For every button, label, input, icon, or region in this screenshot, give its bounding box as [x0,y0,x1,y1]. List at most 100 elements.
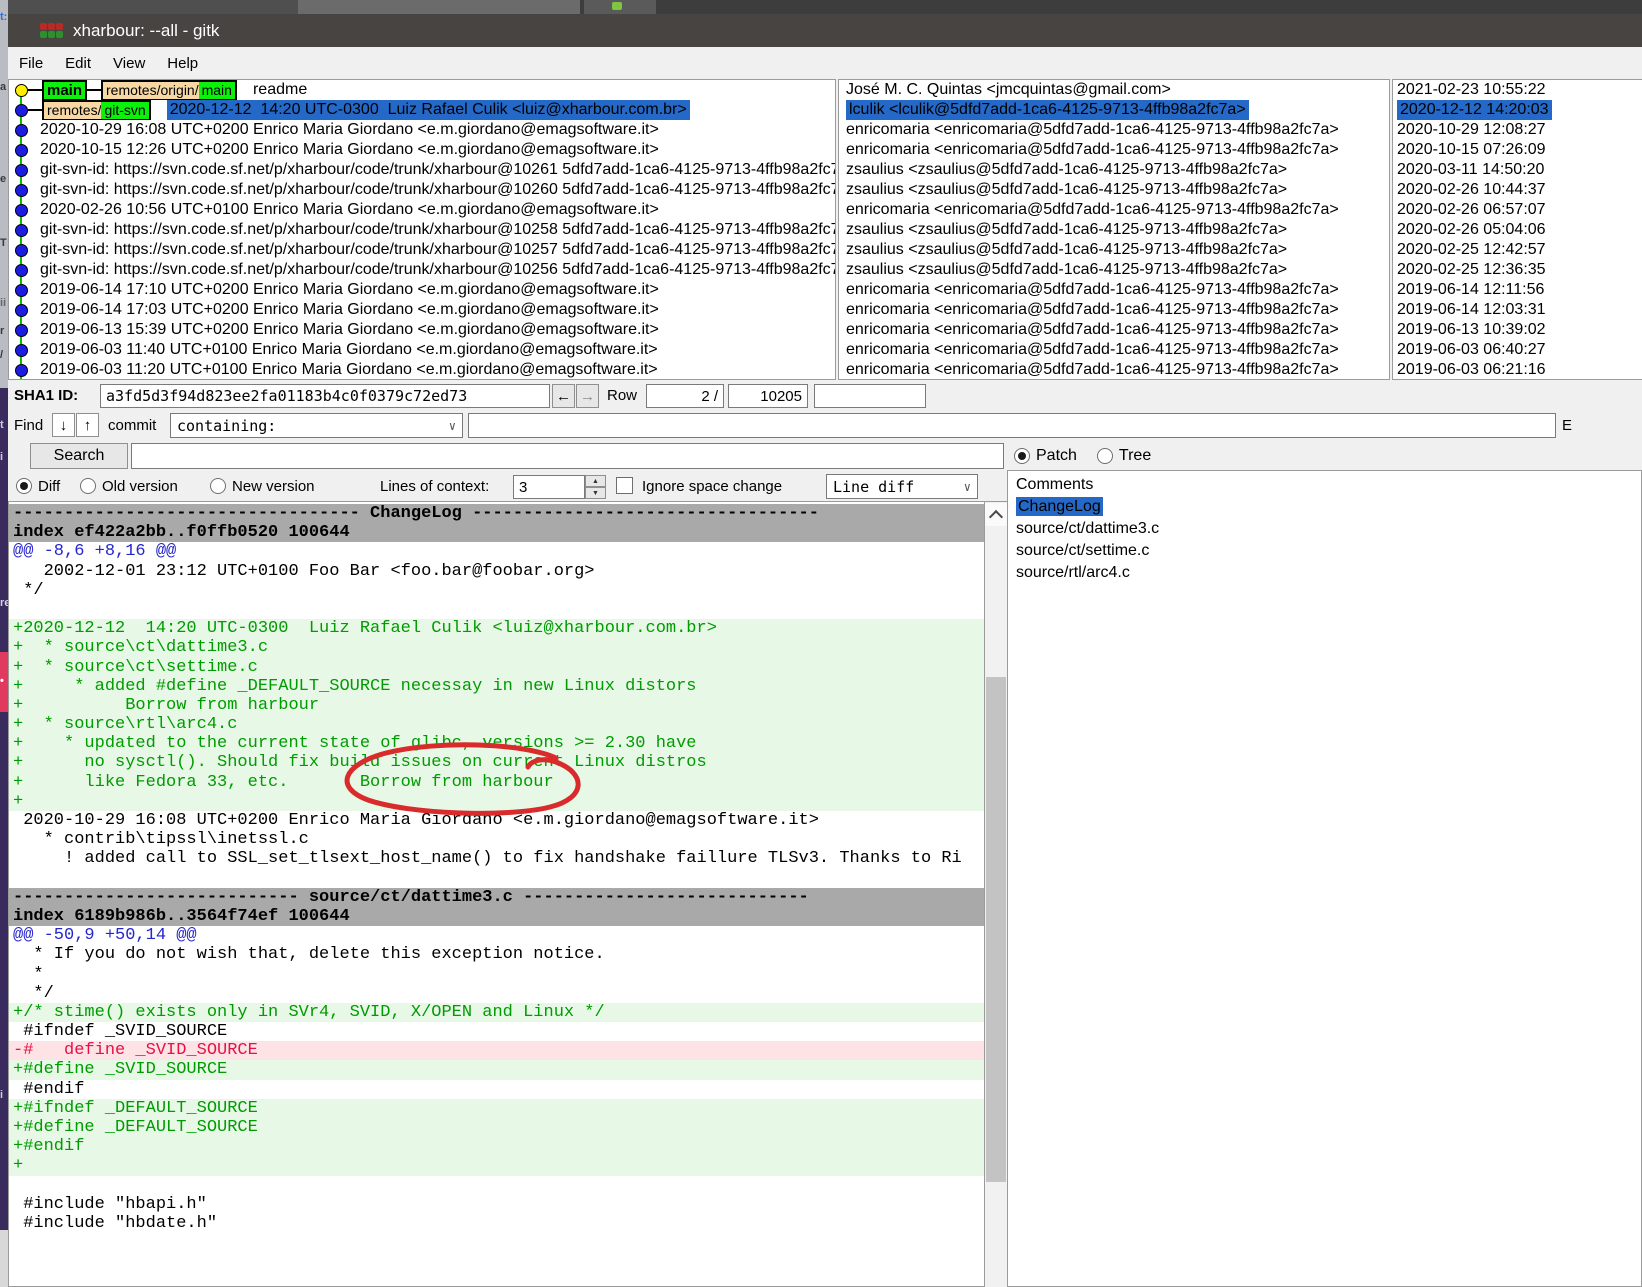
commit-row[interactable]: 2019-06-14 17:03 UTC+0200 Enrico Maria G… [9,300,835,320]
commit-row[interactable]: git-svn-id: https://svn.code.sf.net/p/xh… [9,260,835,280]
commit-author-row[interactable]: zsaulius <zsaulius@5dfd7add-1ca6-4125-97… [846,180,1389,200]
find-mode-dropdown[interactable]: containing:∨ [170,413,463,438]
commit-author-row[interactable]: enricomaria <enricomaria@5dfd7add-1ca6-4… [846,360,1389,380]
file-list-item-label: ChangeLog [1016,497,1103,516]
commit-row[interactable]: git-svn-id: https://svn.code.sf.net/p/xh… [9,180,835,200]
commit-date-row[interactable]: 2020-02-25 12:36:35 [1397,260,1642,280]
scrollbar-thumb[interactable] [986,677,1006,1182]
commit-author-row[interactable]: zsaulius <zsaulius@5dfd7add-1ca6-4125-97… [846,240,1389,260]
diff-line-add: +#define _DEFAULT_SOURCE [9,1118,984,1137]
search-button[interactable]: Search [30,443,128,469]
find-prev-button[interactable]: ↑ [76,413,99,437]
old-version-radio[interactable] [80,478,96,494]
find-input[interactable] [468,413,1556,438]
commit-author-row[interactable]: enricomaria <enricomaria@5dfd7add-1ca6-4… [846,320,1389,340]
diff-line-add: +#ifndef _DEFAULT_SOURCE [9,1099,984,1118]
commit-row[interactable]: 2019-06-03 11:40 UTC+0100 Enrico Maria G… [9,340,835,360]
commit-row[interactable]: 2020-02-26 10:56 UTC+0100 Enrico Maria G… [9,200,835,220]
commit-row[interactable]: git-svn-id: https://svn.code.sf.net/p/xh… [9,240,835,260]
commit-author-row[interactable]: enricomaria <enricomaria@5dfd7add-1ca6-4… [846,280,1389,300]
find-next-button[interactable]: ↓ [52,413,75,437]
commit-date-row[interactable]: 2019-06-03 06:40:27 [1397,340,1642,360]
commit-date-row[interactable]: 2019-06-14 12:03:31 [1397,300,1642,320]
commit-row[interactable]: mainremotes/origin/mainreadme [9,80,835,100]
commit-author-pane[interactable]: José M. C. Quintas <jmcquintas@gmail.com… [838,79,1390,380]
commit-row[interactable]: remotes/git-svn2020-12-12 14:20 UTC-0300… [9,100,835,120]
commit-author-row[interactable]: enricomaria <enricomaria@5dfd7add-1ca6-4… [846,140,1389,160]
tree-radio[interactable] [1097,448,1113,464]
find-type-dropdown-clipped[interactable]: E [1562,417,1576,434]
menu-item-file[interactable]: File [8,55,54,72]
commit-author: zsaulius <zsaulius@5dfd7add-1ca6-4125-97… [846,220,1287,240]
commit-date-pane[interactable]: 2021-02-23 10:55:222020-12-12 14:20:0320… [1392,79,1642,380]
menu-item-help[interactable]: Help [156,55,209,72]
patch-radio[interactable] [1014,448,1030,464]
commit-row[interactable]: git-svn-id: https://svn.code.sf.net/p/xh… [9,220,835,240]
ref-label[interactable]: remotes/origin/main [101,80,237,100]
diff-line-ctx: 2020-10-29 16:08 UTC+0200 Enrico Maria G… [9,811,984,830]
ignore-space-checkbox[interactable] [616,477,633,494]
commit-row[interactable]: 2020-10-15 12:26 UTC+0200 Enrico Maria G… [9,140,835,160]
commit-date-row[interactable]: 2019-06-14 12:11:56 [1397,280,1642,300]
commit-author-row[interactable]: enricomaria <enricomaria@5dfd7add-1ca6-4… [846,340,1389,360]
commit-row[interactable]: git-svn-id: https://svn.code.sf.net/p/xh… [9,160,835,180]
commit-node-icon [15,164,28,177]
ref-label[interactable]: main [42,80,87,100]
scrollbar-up-button[interactable] [985,503,1007,526]
commit-author-row[interactable]: José M. C. Quintas <jmcquintas@gmail.com… [846,80,1389,100]
commit-row[interactable]: 2019-06-13 15:39 UTC+0200 Enrico Maria G… [9,320,835,340]
commit-date-row[interactable]: 2020-02-26 10:44:37 [1397,180,1642,200]
commit-row[interactable]: 2020-10-29 16:08 UTC+0200 Enrico Maria G… [9,120,835,140]
file-list-item[interactable]: source/ct/settime.c [1008,540,1641,562]
diff-view[interactable]: ---------------------------------- Chang… [8,501,985,1287]
commit-date-row[interactable]: 2019-06-03 06:21:16 [1397,360,1642,380]
commit-date-row[interactable]: 2020-02-26 06:57:07 [1397,200,1642,220]
commit-author-row[interactable]: zsaulius <zsaulius@5dfd7add-1ca6-4125-97… [846,160,1389,180]
menu-item-edit[interactable]: Edit [54,55,102,72]
commit-label: commit [108,417,156,434]
commit-row[interactable]: 2019-06-03 11:20 UTC+0100 Enrico Maria G… [9,360,835,380]
commit-author-row[interactable]: enricomaria <enricomaria@5dfd7add-1ca6-4… [846,120,1389,140]
commit-author: enricomaria <enricomaria@5dfd7add-1ca6-4… [846,120,1339,140]
commit-author-row[interactable]: enricomaria <enricomaria@5dfd7add-1ca6-4… [846,300,1389,320]
commit-subject-pane[interactable]: mainremotes/origin/mainreadmeremotes/git… [8,79,836,380]
file-list-item[interactable]: ChangeLog [1008,496,1641,518]
diff-radio[interactable] [16,478,32,494]
search-input[interactable] [131,443,1004,469]
commit-date-row[interactable]: 2019-06-13 10:39:02 [1397,320,1642,340]
new-version-radio[interactable] [210,478,226,494]
diff-mode-dropdown[interactable]: Line diff∨ [826,474,978,499]
history-back-button[interactable]: ← [552,384,575,408]
commit-date-row[interactable]: 2020-02-26 05:04:06 [1397,220,1642,240]
sha1-input[interactable]: a3fd5d3f94d823ee2fa01183b4c0f0379c72ed73 [100,384,550,408]
changed-files-list[interactable]: CommentsChangeLogsource/ct/dattime3.csou… [1007,470,1642,1287]
ref-label[interactable]: remotes/git-svn [42,100,151,120]
commit-subject: 2019-06-14 17:10 UTC+0200 Enrico Maria G… [40,280,659,300]
spin-up-button[interactable]: ▲ [585,475,606,487]
commit-row[interactable]: 2019-06-14 17:10 UTC+0200 Enrico Maria G… [9,280,835,300]
menu-item-view[interactable]: View [102,55,156,72]
commit-author: zsaulius <zsaulius@5dfd7add-1ca6-4125-97… [846,160,1287,180]
new-version-label: New version [232,478,315,495]
diff-scrollbar[interactable] [985,501,1007,1287]
file-list-item[interactable]: source/rtl/arc4.c [1008,562,1641,584]
history-forward-button[interactable]: → [576,384,599,408]
commit-date-row[interactable]: 2021-02-23 10:55:22 [1397,80,1642,100]
commit-date-row[interactable]: 2020-10-15 07:26:09 [1397,140,1642,160]
old-version-label: Old version [102,478,178,495]
gitk-app-icon [40,23,64,39]
commit-author-row[interactable]: zsaulius <zsaulius@5dfd7add-1ca6-4125-97… [846,220,1389,240]
commit-author-row[interactable]: zsaulius <zsaulius@5dfd7add-1ca6-4125-97… [846,260,1389,280]
file-list-item[interactable]: Comments [1008,474,1641,496]
commit-date-row[interactable]: 2020-12-12 14:20:03 [1397,100,1642,120]
forward-arrow-icon: → [580,388,595,405]
commit-date-row[interactable]: 2020-02-25 12:42:57 [1397,240,1642,260]
title-bar[interactable]: xharbour: --all - gitk [8,14,1642,47]
commit-author-row[interactable]: enricomaria <enricomaria@5dfd7add-1ca6-4… [846,200,1389,220]
file-list-item[interactable]: source/ct/dattime3.c [1008,518,1641,540]
commit-date-row[interactable]: 2020-10-29 12:08:27 [1397,120,1642,140]
lines-of-context-input[interactable]: 3 [513,475,585,499]
spin-down-button[interactable]: ▼ [585,487,606,499]
commit-author-row[interactable]: lculik <lculik@5dfd7add-1ca6-4125-9713-4… [846,100,1389,120]
commit-date-row[interactable]: 2020-03-11 14:50:20 [1397,160,1642,180]
